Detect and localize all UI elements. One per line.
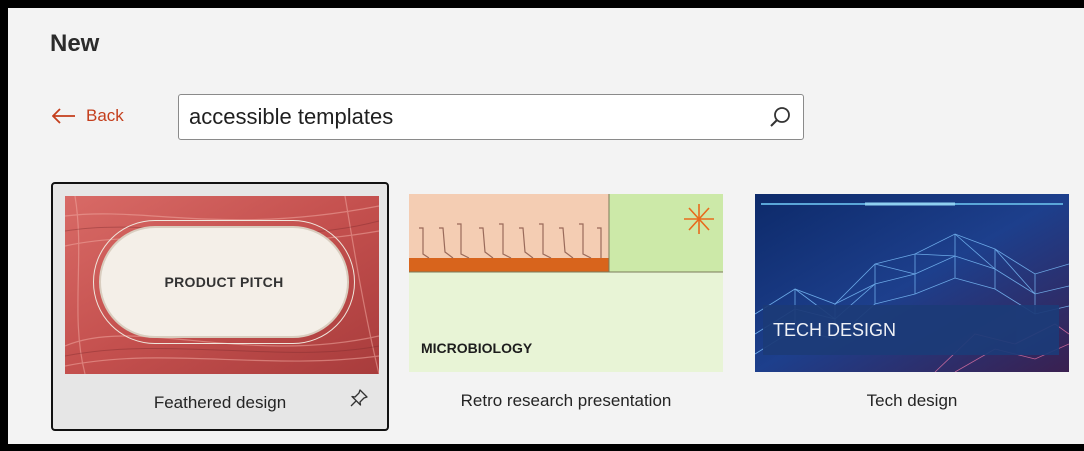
template-card-tech-design[interactable]: TECH DESIGN Tech design bbox=[743, 182, 1081, 431]
template-name: Retro research presentation bbox=[460, 391, 672, 410]
search-icon[interactable] bbox=[763, 105, 797, 129]
thumb-title: TECH DESIGN bbox=[763, 305, 1059, 355]
template-thumbnail: TECH DESIGN bbox=[755, 194, 1069, 372]
template-name: Feathered design bbox=[153, 393, 287, 412]
pin-icon[interactable] bbox=[349, 388, 369, 413]
page-title: New bbox=[50, 30, 100, 57]
arrow-left-icon bbox=[52, 108, 75, 124]
back-button[interactable]: Back bbox=[52, 106, 124, 126]
template-name: Tech design bbox=[866, 391, 958, 410]
back-label: Back bbox=[86, 106, 124, 125]
thumb-title: MICROBIOLOGY bbox=[421, 340, 533, 356]
search-input[interactable] bbox=[179, 95, 763, 139]
template-thumbnail: PRODUCT PITCH bbox=[65, 196, 379, 374]
template-card-retro-research[interactable]: MICROBIOLOGY Retro research presentation bbox=[397, 182, 735, 431]
search-box bbox=[178, 94, 804, 140]
template-thumbnail: MICROBIOLOGY bbox=[409, 194, 723, 372]
new-panel: New Back accessible templates PRODUCT PI… bbox=[8, 8, 1084, 444]
thumb-title: PRODUCT PITCH bbox=[99, 226, 349, 338]
template-card-feathered-design[interactable]: PRODUCT PITCH Feathered design bbox=[51, 182, 389, 431]
